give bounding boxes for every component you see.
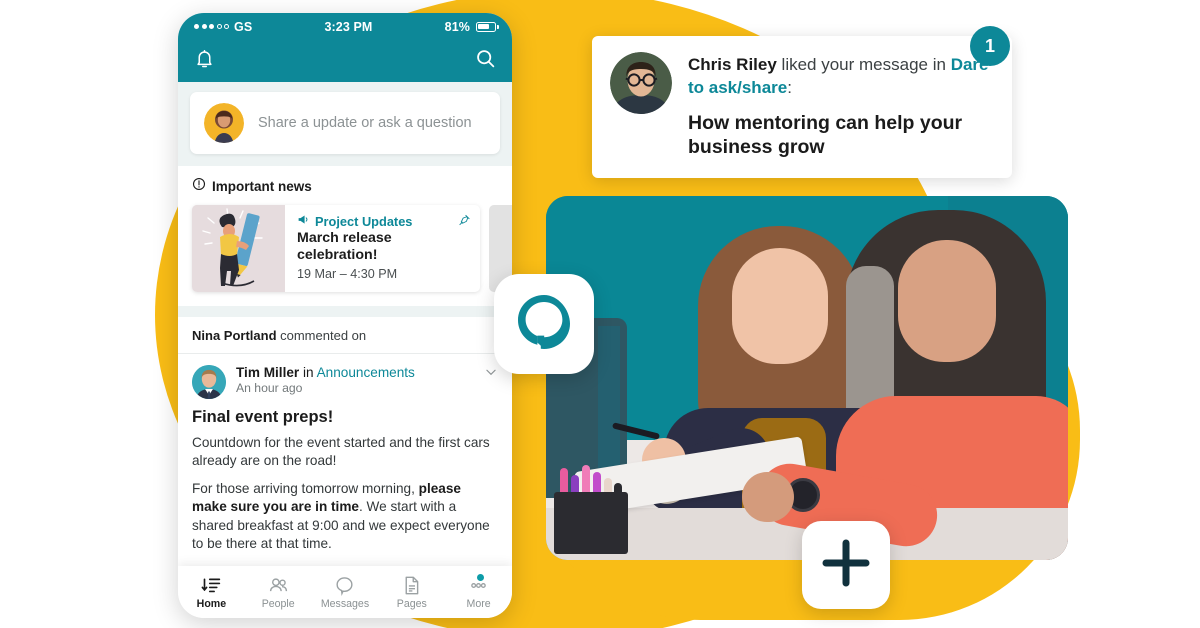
avatar	[192, 365, 226, 399]
notification-count-badge: 1	[970, 26, 1010, 66]
team-photo	[546, 196, 1068, 560]
composer-card[interactable]: Share a update or ask a question	[190, 92, 500, 154]
tab-people-label: People	[261, 597, 295, 610]
plus-icon	[820, 537, 872, 594]
activity-action: commented on	[276, 328, 367, 343]
composer-section: Share a update or ask a question	[178, 82, 512, 166]
app-logo-tile[interactable]	[494, 274, 594, 374]
important-news-label: Important news	[212, 179, 312, 194]
search-icon[interactable]	[475, 48, 496, 74]
app-bar	[178, 40, 512, 82]
tab-more[interactable]: More	[445, 573, 512, 610]
exclamation-circle-icon	[192, 177, 206, 196]
tab-pages[interactable]: Pages	[378, 575, 445, 610]
important-news-carousel[interactable]: Project Updates March release celebratio…	[178, 205, 512, 292]
bottom-tab-bar: Home People Messages Pages More	[178, 566, 512, 618]
tab-pages-label: Pages	[396, 597, 427, 610]
bell-icon[interactable]	[194, 48, 215, 75]
news-card-date: 19 Mar – 4:30 PM	[297, 266, 398, 281]
post-paragraph-1: Countdown for the event started and the …	[192, 435, 490, 469]
notification-text: Chris Riley liked your message in Dare t…	[688, 52, 994, 178]
phone-mockup: GS 3:23 PM 81% Share a update or ask a q…	[178, 13, 512, 618]
news-card-title: March release celebration!	[297, 230, 392, 264]
add-button[interactable]	[802, 521, 890, 609]
tab-messages[interactable]: Messages	[312, 575, 379, 610]
megaphone-icon	[297, 213, 310, 229]
notification-colon: :	[787, 77, 792, 97]
page-root: GS 3:23 PM 81% Share a update or ask a q…	[0, 0, 1200, 628]
tab-more-label: More	[466, 597, 491, 610]
activity-header: Nina Portland commented on	[178, 317, 512, 354]
post-meta: Tim Miller in Announcements An hour ago	[236, 365, 474, 395]
notification-activity-line: Chris Riley liked your message in Dare t…	[688, 54, 994, 100]
news-card-channel[interactable]: Project Updates	[297, 213, 470, 229]
clock-label: 3:23 PM	[324, 19, 373, 34]
post: Tim Miller in Announcements An hour ago …	[178, 354, 512, 566]
post-timestamp: An hour ago	[236, 381, 303, 395]
tab-people[interactable]: People	[245, 575, 312, 610]
chevron-down-icon[interactable]	[484, 365, 498, 384]
feed-scroll-area[interactable]: Share a update or ask a question Importa…	[178, 82, 512, 566]
status-bar: GS 3:23 PM 81%	[178, 13, 512, 40]
tab-home-label: Home	[196, 597, 227, 610]
feed-post-card: Nina Portland commented on Tim Miller in…	[178, 317, 512, 566]
status-bar-left: GS	[194, 20, 252, 34]
more-unread-badge	[476, 573, 484, 581]
composer-placeholder: Share a update or ask a question	[258, 115, 472, 131]
notification-actor: Chris Riley	[688, 55, 777, 74]
important-news-section: Important news Project Updates March rel…	[178, 166, 512, 306]
post-author-name: Tim Miller	[236, 365, 300, 380]
news-card-thumbnail	[192, 205, 285, 292]
tab-home[interactable]: Home	[178, 575, 245, 610]
news-card[interactable]: Project Updates March release celebratio…	[192, 205, 480, 292]
news-card-channel-label: Project Updates	[315, 213, 413, 229]
post-title: Final event preps!	[192, 408, 334, 426]
battery-percent-label: 81%	[444, 19, 470, 34]
post-paragraph-2-a: For those arriving tomorrow morning,	[192, 480, 419, 496]
notification-action: liked your message in	[776, 55, 946, 74]
avatar	[204, 103, 244, 143]
notification-message-title[interactable]: How mentoring can help your business gro…	[688, 111, 994, 160]
signal-strength-icon	[194, 24, 229, 29]
post-paragraph-2: For those arriving tomorrow morning, ple…	[192, 480, 498, 554]
pin-icon[interactable]	[458, 213, 471, 232]
news-card-body: Project Updates March release celebratio…	[285, 205, 480, 292]
post-in-word: in	[299, 365, 317, 380]
important-news-header: Important news	[178, 177, 512, 205]
tab-messages-label: Messages	[320, 597, 370, 610]
activity-actor: Nina Portland	[192, 328, 277, 343]
post-author-line: Tim Miller in Announcements	[236, 365, 474, 380]
battery-icon	[476, 21, 499, 32]
speech-bubble-logo-icon	[513, 291, 575, 358]
status-bar-right: 81%	[444, 19, 499, 34]
notification-card[interactable]: Chris Riley liked your message in Dare t…	[592, 36, 1012, 178]
carrier-label: GS	[234, 19, 253, 34]
post-header: Tim Miller in Announcements An hour ago	[192, 365, 498, 399]
avatar	[610, 52, 672, 114]
post-channel-link[interactable]: Announcements	[317, 365, 415, 380]
